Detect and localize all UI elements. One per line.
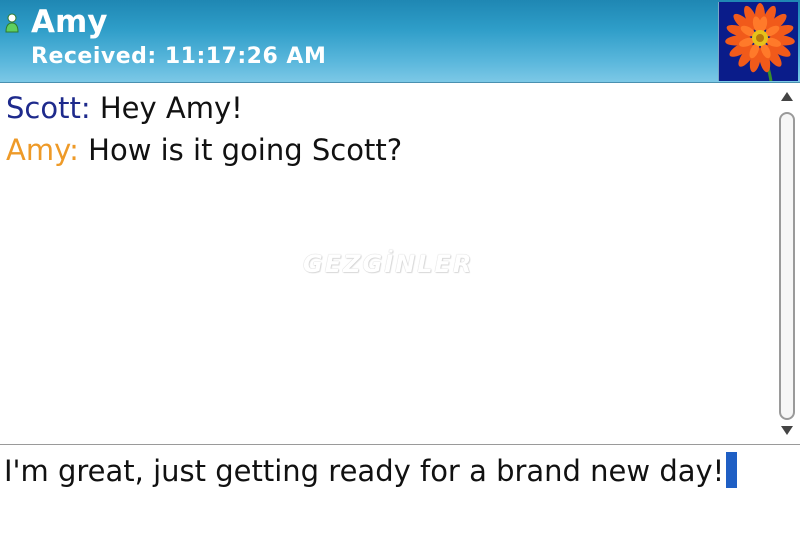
compose-area[interactable]: I'm great, just getting ready for a bran… bbox=[0, 444, 800, 533]
message-sender: Amy: bbox=[6, 133, 79, 167]
message-text: Hey Amy! bbox=[99, 91, 243, 125]
message-line: Amy: How is it going Scott? bbox=[6, 132, 402, 168]
message-text: How is it going Scott? bbox=[88, 133, 403, 167]
flower-avatar-icon bbox=[719, 2, 798, 81]
watermark: GEZGİNLER bbox=[303, 250, 474, 278]
message-line: Scott: Hey Amy! bbox=[6, 90, 243, 126]
person-online-icon bbox=[5, 13, 19, 33]
message-sender: Scott: bbox=[6, 91, 91, 125]
contact-avatar[interactable] bbox=[718, 2, 798, 81]
conversation-scrollbar[interactable] bbox=[776, 88, 798, 440]
conversation-history[interactable]: Scott: Hey Amy! Amy: How is it going Sco… bbox=[0, 84, 800, 444]
message-input[interactable]: I'm great, just getting ready for a bran… bbox=[4, 451, 784, 491]
message-input-text: I'm great, just getting ready for a bran… bbox=[4, 454, 725, 488]
scroll-thumb[interactable] bbox=[779, 112, 795, 420]
scroll-down-arrow-icon[interactable] bbox=[781, 426, 793, 435]
text-cursor bbox=[726, 452, 738, 488]
chat-header: Amy Received: 11:17:26 AM bbox=[0, 0, 800, 83]
scroll-up-arrow-icon[interactable] bbox=[781, 92, 793, 101]
received-timestamp: Received: 11:17:26 AM bbox=[31, 44, 327, 69]
contact-name: Amy bbox=[31, 4, 108, 40]
